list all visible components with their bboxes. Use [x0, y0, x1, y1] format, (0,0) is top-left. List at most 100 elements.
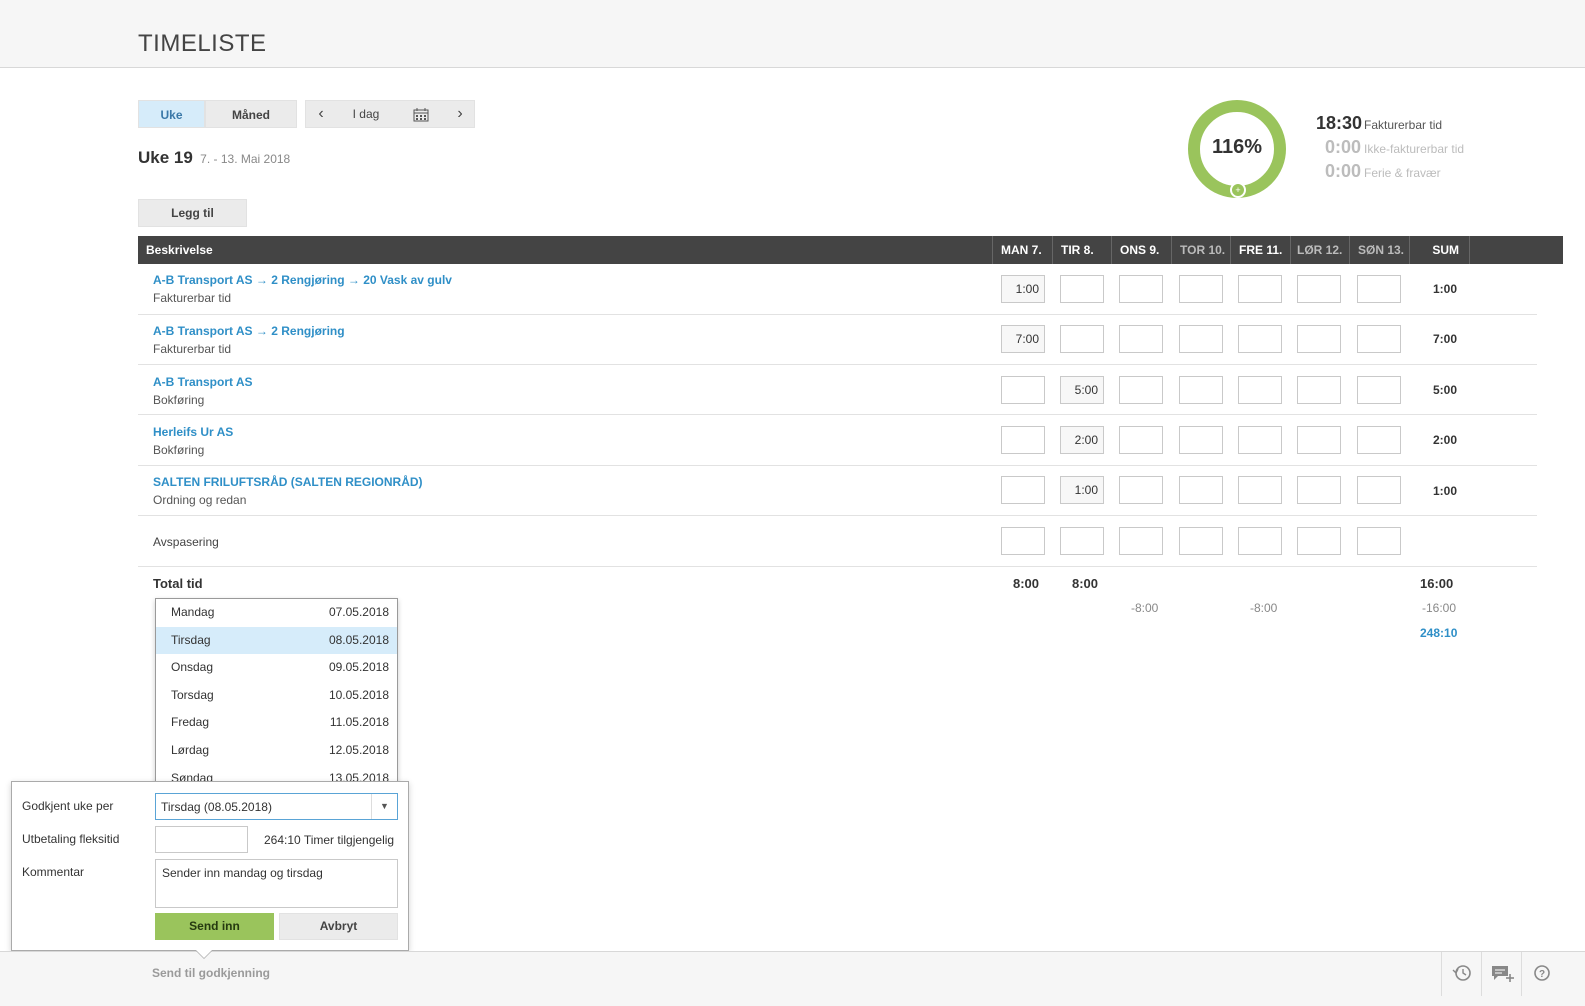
hours-input-fri[interactable] — [1238, 376, 1282, 404]
hours-input-sun[interactable] — [1357, 275, 1401, 303]
prev-week-button[interactable]: ‹ — [306, 101, 336, 127]
row-title[interactable]: A-B Transport AS → 2 Rengjøring — [153, 324, 345, 338]
hours-input-sun[interactable] — [1357, 376, 1401, 404]
help-icon[interactable]: ? — [1521, 952, 1561, 996]
hours-input-wed[interactable] — [1119, 325, 1163, 353]
row-title[interactable]: Herleifs Ur AS — [153, 425, 233, 439]
top-bar: TIMELISTE — [0, 0, 1585, 68]
hours-input-sat[interactable] — [1297, 275, 1341, 303]
approved-week-select[interactable]: Tirsdag (08.05.2018) ▼ — [155, 793, 398, 820]
hours-input-sun[interactable] — [1357, 527, 1401, 555]
comment-label: Kommentar — [22, 865, 85, 879]
hours-input-sat[interactable] — [1297, 376, 1341, 404]
page-title: TIMELISTE — [138, 30, 267, 57]
hours-input-thu[interactable] — [1179, 376, 1223, 404]
add-entry-button[interactable]: Legg til — [138, 199, 247, 227]
row-sum: 7:00 — [1432, 332, 1457, 346]
hours-input-mon[interactable]: 1:00 — [1001, 275, 1045, 303]
diff-wed: -8:00 — [1131, 601, 1159, 615]
option-day: Tirsdag — [171, 632, 211, 647]
dropdown-option[interactable]: Tirsdag 08.05.2018 — [156, 626, 397, 655]
calendar-icon[interactable] — [396, 101, 446, 127]
flex-available-value: 264:10 — [264, 833, 301, 847]
hours-input-fri[interactable] — [1238, 476, 1282, 504]
month-view-button[interactable]: Måned — [205, 100, 297, 128]
hours-input-mon[interactable] — [1001, 376, 1045, 404]
hours-input-mon[interactable] — [1001, 426, 1045, 454]
hours-input-thu[interactable] — [1179, 476, 1223, 504]
hours-input-sat[interactable] — [1297, 325, 1341, 353]
hours-input-tue[interactable]: 1:00 — [1060, 476, 1104, 504]
approved-week-label: Godkjent uke per — [22, 799, 114, 813]
hours-input-tue[interactable] — [1060, 275, 1104, 303]
flex-payout-input[interactable] — [155, 826, 248, 853]
hours-input-sun[interactable] — [1357, 426, 1401, 454]
approved-week-value: Tirsdag (08.05.2018) — [161, 800, 272, 814]
summary-vacation: 0:00 Ferie & fravær — [1316, 161, 1464, 185]
hours-input-tue[interactable]: 2:00 — [1060, 426, 1104, 454]
hours-input-wed[interactable] — [1119, 426, 1163, 454]
hours-input-sat[interactable] — [1297, 476, 1341, 504]
diff-sum: -16:00 — [1422, 601, 1457, 615]
today-button[interactable]: I dag — [336, 101, 396, 127]
chevron-down-icon[interactable]: ▼ — [371, 794, 397, 819]
comment-add-icon[interactable] — [1481, 952, 1521, 996]
row-subtitle: Fakturerbar tid — [153, 291, 232, 305]
hours-input-fri[interactable] — [1238, 527, 1282, 555]
dropdown-option[interactable]: Lørdag 12.05.2018 — [156, 737, 397, 765]
time-summary: 18:30 Fakturerbar tid 0:00 Ikke-fakturerba… — [1316, 113, 1464, 185]
hours-input-tue[interactable] — [1060, 527, 1104, 555]
hours-input-wed[interactable] — [1119, 527, 1163, 555]
row-title[interactable]: A-B Transport AS — [153, 375, 253, 389]
billable-percent: 116% — [1211, 136, 1263, 158]
header-day-mon: MAN 7. — [992, 236, 1052, 264]
week-heading: Uke 19 7. - 13. Mai 2018 — [138, 148, 290, 168]
hours-input-fri[interactable] — [1238, 426, 1282, 454]
row-sum: 2:00 — [1432, 433, 1457, 447]
hours-input-mon[interactable] — [1001, 527, 1045, 555]
hours-input-wed[interactable] — [1119, 275, 1163, 303]
submit-button[interactable]: Send inn — [155, 913, 274, 940]
hours-input-thu[interactable] — [1179, 426, 1223, 454]
hours-input-thu[interactable] — [1179, 325, 1223, 353]
total-label: Total tid — [153, 576, 203, 591]
hours-input-tue[interactable] — [1060, 325, 1104, 353]
hours-input-mon[interactable]: 7:00 — [1001, 325, 1045, 353]
row-sum: 1:00 — [1432, 282, 1457, 296]
hours-input-fri[interactable] — [1238, 325, 1282, 353]
row-title[interactable]: SALTEN FRILUFTSRÅD (SALTEN REGIONRÅD) — [153, 475, 423, 489]
comment-textarea[interactable]: Sender inn mandag og tirsdag — [155, 859, 398, 908]
total-tue: 8:00 — [1072, 576, 1099, 591]
svg-text:+: + — [1235, 185, 1240, 195]
cancel-button[interactable]: Avbryt — [279, 913, 398, 940]
dropdown-option[interactable]: Mandag 07.05.2018 — [156, 599, 397, 627]
hours-input-thu[interactable] — [1179, 275, 1223, 303]
hours-input-mon[interactable] — [1001, 476, 1045, 504]
row-title[interactable]: A-B Transport AS → 2 Rengjøring → 20 Vas… — [153, 273, 452, 287]
hours-input-tue[interactable]: 5:00 — [1060, 376, 1104, 404]
next-week-button[interactable]: › — [446, 101, 474, 127]
hours-input-sun[interactable] — [1357, 476, 1401, 504]
table-header: Beskrivelse MAN 7. TIR 8. ONS 9. TOR 10.… — [138, 236, 1563, 264]
hours-input-thu[interactable] — [1179, 527, 1223, 555]
hours-input-wed[interactable] — [1119, 376, 1163, 404]
hours-input-sun[interactable] — [1357, 325, 1401, 353]
option-date: 08.05.2018 — [328, 632, 389, 647]
summary-nonbillable: 0:00 Ikke-fakturerbar tid — [1316, 137, 1464, 161]
week-view-button[interactable]: Uke — [138, 100, 205, 128]
hours-input-wed[interactable] — [1119, 476, 1163, 504]
dropdown-option[interactable]: Fredag 11.05.2018 — [156, 709, 397, 737]
option-day: Lørdag — [171, 742, 210, 757]
hours-input-fri[interactable] — [1238, 275, 1282, 303]
hours-input-sat[interactable] — [1297, 527, 1341, 555]
hours-input-sat[interactable] — [1297, 426, 1341, 454]
header-description: Beskrivelse — [146, 243, 213, 257]
approval-popup: Godkjent uke per Tirsdag (08.05.2018) ▼ … — [11, 781, 409, 951]
send-for-approval-button[interactable]: Send til godkjenning — [152, 966, 270, 980]
header-day-wed: ONS 9. — [1111, 236, 1171, 264]
dropdown-option[interactable]: Onsdag 09.05.2018 — [156, 654, 397, 682]
dropdown-option[interactable]: Torsdag 10.05.2018 — [156, 682, 397, 710]
summary-vacation-label: Ferie & fravær — [1364, 166, 1441, 180]
history-icon[interactable] — [1441, 952, 1481, 996]
row-sum: 1:00 — [1432, 484, 1457, 498]
